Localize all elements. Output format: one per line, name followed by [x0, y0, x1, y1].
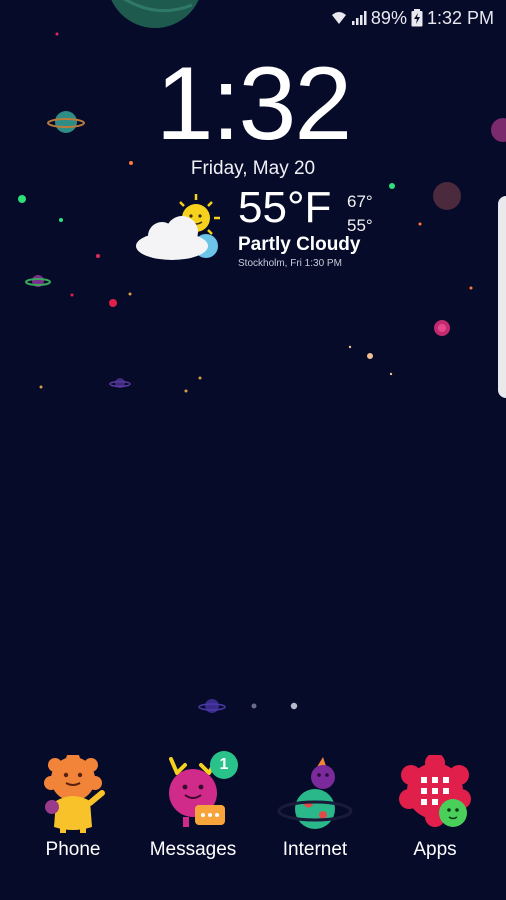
- weather-location-time: Stockholm, Fri 1:30 PM: [238, 258, 342, 269]
- wifi-icon: [331, 10, 347, 26]
- page-dot-1: [251, 703, 257, 709]
- status-bar: 89% 1:32 PM: [331, 6, 494, 30]
- internet-app[interactable]: Internet: [260, 755, 370, 861]
- weather-high: 67°: [347, 192, 373, 211]
- internet-label: Internet: [282, 839, 348, 860]
- edge-panel-handle[interactable]: [498, 196, 506, 398]
- app-dock: Phone 1 Messages Internet Apps: [0, 751, 506, 875]
- lock-clock-time[interactable]: 1:32: [0, 52, 506, 156]
- messages-label: Messages: [149, 839, 237, 860]
- home-screen[interactable]: 89% 1:32 PM 1:32 Friday, May 20 55°F 67°…: [0, 0, 506, 900]
- weather-condition: Partly Cloudy: [238, 234, 361, 255]
- weather-high-low: 67° 55°: [347, 190, 373, 238]
- signal-icon: [351, 10, 367, 26]
- apps-label: Apps: [413, 839, 457, 860]
- apps-drawer[interactable]: Apps: [380, 755, 490, 861]
- phone-app[interactable]: Phone: [18, 755, 128, 861]
- phone-monster-icon: [44, 755, 105, 833]
- status-time: 1:32 PM: [426, 7, 494, 28]
- battery-percent: 89%: [370, 7, 407, 28]
- page-dot-current: [290, 702, 298, 710]
- apps-grid-monster-icon: [399, 755, 471, 827]
- phone-label: Phone: [45, 839, 101, 860]
- battery-charging-icon: [411, 9, 423, 27]
- lock-clock-date: Friday, May 20: [190, 158, 316, 179]
- partly-cloudy-sun-icon: [132, 192, 224, 269]
- weather-widget[interactable]: 55°F 67° 55° Partly Cloudy Stockholm, Fr…: [130, 183, 390, 278]
- messages-unread-badge: 1: [210, 751, 238, 779]
- messages-app[interactable]: 1 Messages: [138, 751, 248, 861]
- planet-maroon: [433, 182, 461, 210]
- weather-temperature: 55°F: [238, 183, 332, 232]
- planet-top: [111, 0, 199, 28]
- page-indicator: [251, 702, 298, 710]
- internet-planet-icon: [277, 757, 353, 829]
